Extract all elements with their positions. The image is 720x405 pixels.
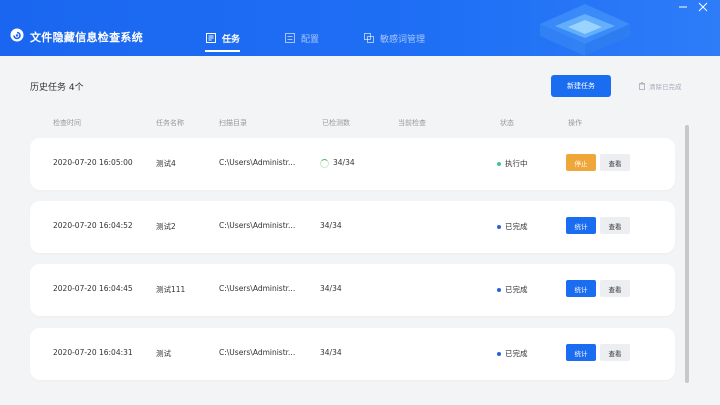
- column-header-name: 任务名称: [156, 119, 184, 127]
- row-status: 已完成: [497, 284, 528, 295]
- tab-tasks[interactable]: 任务: [205, 28, 241, 52]
- minimize-icon[interactable]: [678, 2, 688, 12]
- row-name: 测试4: [156, 159, 176, 168]
- trash-icon: [639, 82, 645, 90]
- app-header: 文件隐藏信息检查系统 任务 配置 敏感词管理: [0, 0, 720, 56]
- row-count: 34/34: [333, 158, 355, 167]
- row-time: 2020-07-20 16:04:31: [53, 348, 133, 357]
- tab-keywords[interactable]: 敏感词管理: [363, 28, 425, 48]
- row-name: 测试2: [156, 222, 176, 231]
- column-header-time: 检查时间: [53, 119, 81, 127]
- vertical-scrollbar[interactable]: [685, 125, 689, 383]
- view-button[interactable]: 查看: [600, 217, 630, 234]
- status-dot-icon: [497, 287, 501, 292]
- column-header-status: 状态: [500, 119, 514, 127]
- column-header-actions: 操作: [568, 119, 582, 127]
- tab-keywords-label: 敏感词管理: [380, 34, 426, 45]
- row-time: 2020-07-20 16:04:52: [53, 221, 133, 230]
- row-status-label: 已完成: [505, 222, 528, 231]
- stats-button[interactable]: 统计: [566, 217, 596, 234]
- row-dir: C:\Users\Administr...: [219, 158, 296, 167]
- new-task-button[interactable]: 新建任务: [551, 75, 611, 97]
- row-name: 测试111: [156, 285, 186, 294]
- loading-spinner-icon: [320, 158, 329, 168]
- column-header-current: 当前检查: [398, 119, 426, 127]
- app-logo-icon: [10, 28, 24, 42]
- row-time: 2020-07-20 16:04:45: [53, 284, 133, 293]
- keyword-icon: [364, 33, 374, 43]
- row-dir: C:\Users\Administr...: [219, 348, 296, 357]
- stop-button[interactable]: 停止: [566, 154, 596, 171]
- row-count: 34/34: [320, 284, 342, 293]
- task-icon: [206, 33, 216, 43]
- table-row[interactable]: 2020-07-20 16:04:45 测试111 C:\Users\Admin…: [30, 264, 675, 316]
- stats-button[interactable]: 统计: [566, 344, 596, 361]
- tab-tasks-label: 任务: [222, 34, 241, 45]
- row-count-wrapper: 34/34: [320, 158, 355, 168]
- status-dot-icon: [497, 224, 501, 229]
- row-status: 已完成: [497, 348, 528, 359]
- tab-config[interactable]: 配置: [284, 28, 319, 48]
- view-button[interactable]: 查看: [600, 280, 630, 297]
- column-header-count: 已检测数: [322, 119, 350, 127]
- row-dir: C:\Users\Administr...: [219, 284, 296, 293]
- row-dir: C:\Users\Administr...: [219, 221, 296, 230]
- view-button[interactable]: 查看: [600, 154, 630, 171]
- row-count: 34/34: [320, 221, 342, 230]
- history-title: 历史任务 4个: [30, 83, 84, 93]
- app-title: 文件隐藏信息检查系统: [30, 31, 143, 44]
- row-status-label: 执行中: [505, 159, 528, 168]
- clear-completed-label: 清除已完成: [649, 83, 682, 91]
- table-row[interactable]: 2020-07-20 16:04:31 测试 C:\Users\Administ…: [30, 328, 675, 380]
- row-status-label: 已完成: [505, 349, 528, 358]
- row-count: 34/34: [320, 348, 342, 357]
- row-time: 2020-07-20 16:05:00: [53, 158, 133, 167]
- tab-config-label: 配置: [301, 34, 320, 45]
- view-button[interactable]: 查看: [600, 344, 630, 361]
- stats-button[interactable]: 统计: [566, 280, 596, 297]
- close-icon[interactable]: [698, 2, 708, 12]
- table-row[interactable]: 2020-07-20 16:04:52 测试2 C:\Users\Adminis…: [30, 201, 675, 253]
- row-status: 已完成: [497, 221, 528, 232]
- status-dot-icon: [497, 351, 501, 356]
- row-name: 测试: [156, 349, 171, 358]
- status-dot-icon: [497, 161, 501, 166]
- config-icon: [285, 33, 295, 43]
- decorative-cube-graphic: [540, 4, 630, 56]
- row-status: 执行中: [497, 158, 528, 169]
- row-status-label: 已完成: [505, 285, 528, 294]
- table-row[interactable]: 2020-07-20 16:05:00 测试4 C:\Users\Adminis…: [30, 138, 675, 190]
- column-header-dir: 扫描目录: [219, 119, 247, 127]
- clear-completed-button[interactable]: 清除已完成: [638, 81, 682, 91]
